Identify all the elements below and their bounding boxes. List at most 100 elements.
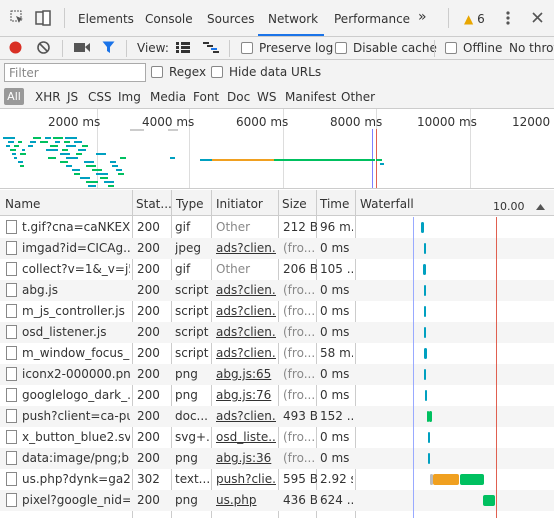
request-name[interactable]: pixel?google_nid=... bbox=[22, 493, 130, 507]
request-initiator[interactable]: osd_liste... bbox=[216, 430, 276, 444]
request-name[interactable]: data:image/png;b... bbox=[22, 451, 130, 465]
tab-sources[interactable]: Sources bbox=[207, 12, 254, 26]
request-initiator[interactable]: ads?clien... bbox=[216, 283, 276, 297]
request-name[interactable]: x_button_blue2.svg bbox=[22, 430, 130, 444]
waterfall-bar[interactable] bbox=[423, 264, 426, 275]
table-row[interactable]: osd_listener.js 200 script ads?clien... (fro… bbox=[0, 322, 554, 343]
waterfall-bar[interactable] bbox=[428, 432, 430, 443]
request-initiator[interactable]: us.php bbox=[216, 493, 276, 507]
request-name[interactable]: osd_listener.js bbox=[22, 325, 130, 339]
filter-funnel-icon[interactable] bbox=[102, 41, 115, 57]
column-header-size[interactable]: Size bbox=[282, 197, 307, 211]
request-initiator[interactable]: abg.js:65 bbox=[216, 367, 276, 381]
timeline-overview[interactable]: 2000 ms 4000 ms 6000 ms 8000 ms 10000 ms… bbox=[0, 109, 554, 189]
type-filter-doc[interactable]: Doc bbox=[227, 90, 250, 104]
table-row[interactable]: x_button_blue2.svg 200 svg+... osd_liste...… bbox=[0, 427, 554, 448]
request-name[interactable]: abg.js bbox=[22, 283, 130, 297]
table-row[interactable]: m_window_focus_... 200 script ads?clien... (… bbox=[0, 343, 554, 364]
table-row[interactable]: imgad?id=CICAg... 200 jpeg ads?clien... (fro… bbox=[0, 238, 554, 259]
table-row[interactable]: m_js_controller.js 200 script ads?clien... (… bbox=[0, 301, 554, 322]
request-size: 212 B bbox=[283, 220, 317, 234]
request-name[interactable]: m_window_focus_... bbox=[22, 346, 130, 360]
type-filter-manifest[interactable]: Manifest bbox=[285, 90, 336, 104]
waterfall-bar[interactable] bbox=[428, 453, 430, 464]
column-header-time[interactable]: Time bbox=[320, 197, 349, 211]
kebab-menu-icon[interactable] bbox=[506, 11, 510, 28]
table-row[interactable]: us.php?dynk=ga2... 302 text... push?clie...… bbox=[0, 469, 554, 490]
request-initiator[interactable]: ads?clien... bbox=[216, 241, 276, 255]
tab-elements[interactable]: Elements bbox=[78, 12, 134, 26]
tab-performance[interactable]: Performance bbox=[334, 12, 410, 26]
inspect-element-icon[interactable] bbox=[10, 10, 24, 27]
request-initiator[interactable]: ads?clien... bbox=[216, 325, 276, 339]
waterfall-bar[interactable] bbox=[425, 390, 427, 401]
screenshot-camera-icon[interactable] bbox=[74, 42, 90, 56]
waterfall-bar[interactable] bbox=[424, 327, 426, 338]
column-header-initiator[interactable]: Initiator bbox=[216, 197, 263, 211]
table-row[interactable]: googlelogo_dark_... 200 png abg.js:76 (fro..… bbox=[0, 385, 554, 406]
waterfall-bar[interactable] bbox=[424, 306, 426, 317]
request-name[interactable]: googlelogo_dark_... bbox=[22, 388, 130, 402]
request-name[interactable]: us.php?dynk=ga2... bbox=[22, 472, 130, 486]
request-name[interactable]: t.gif?cna=caNKEX... bbox=[22, 220, 130, 234]
request-name[interactable]: imgad?id=CICAg... bbox=[22, 241, 130, 255]
close-icon[interactable] bbox=[532, 12, 543, 26]
preserve-log-checkbox[interactable] bbox=[241, 42, 253, 54]
tab-console[interactable]: Console bbox=[145, 12, 193, 26]
type-filter-font[interactable]: Font bbox=[193, 90, 219, 104]
request-name[interactable]: iconx2-000000.png bbox=[22, 367, 130, 381]
type-filter-css[interactable]: CSS bbox=[88, 90, 112, 104]
request-initiator[interactable]: abg.js:36 bbox=[216, 451, 276, 465]
request-initiator[interactable]: ads?clien... bbox=[216, 346, 276, 360]
more-tabs-button[interactable]: » bbox=[418, 9, 427, 25]
column-header-name[interactable]: Name bbox=[5, 197, 40, 211]
request-initiator[interactable]: ads?clien... bbox=[216, 409, 276, 423]
table-row[interactable]: push?client=ca-pu... 200 doc... ads?clien..… bbox=[0, 406, 554, 427]
waterfall-bar[interactable] bbox=[424, 285, 426, 296]
type-filter-other[interactable]: Other bbox=[341, 90, 375, 104]
waterfall-bar[interactable] bbox=[424, 243, 426, 254]
waterfall-bar[interactable] bbox=[460, 474, 484, 485]
request-initiator[interactable]: abg.js:76 bbox=[216, 388, 276, 402]
clear-icon[interactable] bbox=[37, 41, 50, 57]
column-header-type[interactable]: Type bbox=[176, 197, 204, 211]
table-row[interactable]: t.gif?cna=caNKEX... 200 gif Other 212 B96 m.… bbox=[0, 217, 554, 238]
type-filter-media[interactable]: Media bbox=[150, 90, 186, 104]
disable-cache-checkbox[interactable] bbox=[335, 42, 347, 54]
request-initiator[interactable]: push?clie... bbox=[216, 472, 276, 486]
table-row[interactable]: pixel?google_nid=... 200 png us.php 436 B624… bbox=[0, 490, 554, 511]
offline-checkbox[interactable] bbox=[445, 42, 457, 54]
throttling-select[interactable]: No throt bbox=[509, 41, 554, 55]
request-name[interactable]: m_js_controller.js bbox=[22, 304, 130, 318]
device-toolbar-icon[interactable] bbox=[35, 10, 51, 29]
large-rows-icon[interactable] bbox=[176, 42, 190, 56]
type-filter-xhr[interactable]: XHR bbox=[35, 90, 61, 104]
table-row[interactable]: collect?v=1&_v=j5... 200 gif Other 206 B105 … bbox=[0, 259, 554, 280]
waterfall-view-icon[interactable] bbox=[203, 42, 219, 56]
waterfall-bar[interactable] bbox=[429, 411, 432, 422]
filter-input[interactable] bbox=[4, 63, 146, 82]
tab-network[interactable]: Network bbox=[268, 12, 318, 26]
waterfall-bar[interactable] bbox=[483, 495, 495, 506]
request-name[interactable]: push?client=ca-pu... bbox=[22, 409, 130, 423]
waterfall-bar[interactable] bbox=[424, 348, 427, 359]
warnings-counter[interactable]: ▲ 6 bbox=[464, 12, 485, 26]
waterfall-bar[interactable] bbox=[433, 474, 459, 485]
request-initiator[interactable]: ads?clien... bbox=[216, 304, 276, 318]
type-filter-img[interactable]: Img bbox=[118, 90, 141, 104]
type-filter-all[interactable]: All bbox=[4, 88, 24, 105]
table-row[interactable]: iconx2-000000.png 200 png abg.js:65 (fro... 0… bbox=[0, 364, 554, 385]
sort-ascending-icon[interactable] bbox=[536, 199, 545, 213]
request-name[interactable]: collect?v=1&_v=j5... bbox=[22, 262, 130, 276]
waterfall-bar[interactable] bbox=[421, 222, 424, 233]
hide-data-urls-checkbox[interactable] bbox=[211, 66, 223, 78]
table-row[interactable]: abg.js 200 script ads?clien... (fro... 0 ms bbox=[0, 280, 554, 301]
column-header-waterfall[interactable]: Waterfall bbox=[360, 197, 414, 211]
regex-checkbox[interactable] bbox=[151, 66, 163, 78]
type-filter-ws[interactable]: WS bbox=[257, 90, 276, 104]
record-icon[interactable] bbox=[9, 41, 22, 57]
type-filter-js[interactable]: JS bbox=[67, 90, 78, 104]
waterfall-bar[interactable] bbox=[424, 369, 426, 380]
column-header-status[interactable]: Stat... bbox=[136, 197, 172, 211]
table-row[interactable]: data:image/png;b... 200 png abg.js:36 (fro..… bbox=[0, 448, 554, 469]
